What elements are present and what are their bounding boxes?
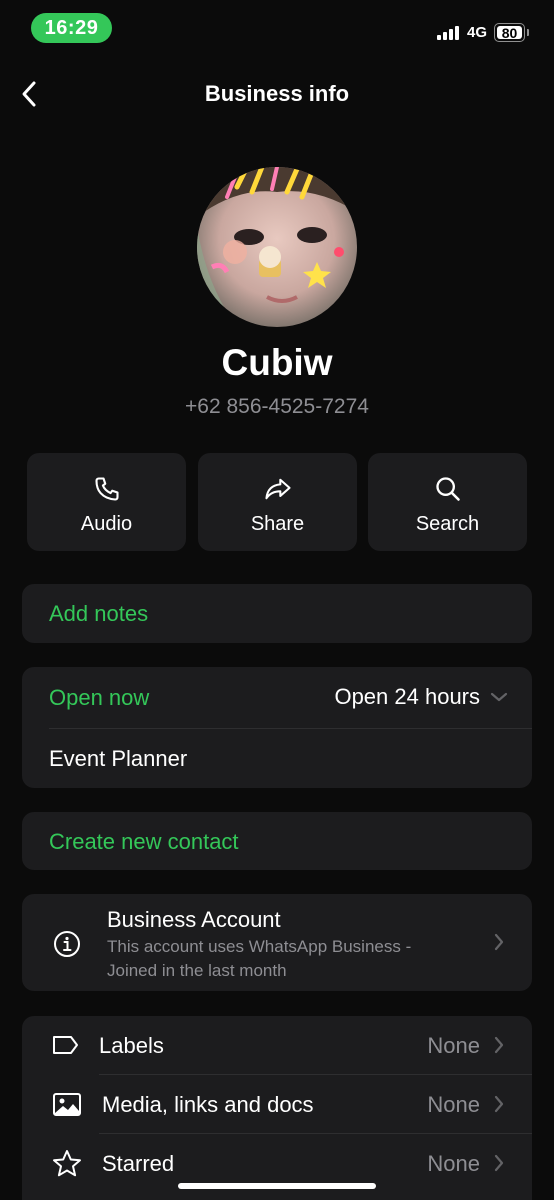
business-account-desc-1: This account uses WhatsApp Business - [107,937,412,956]
battery-nub [527,29,529,36]
info-icon [54,931,80,957]
starred-value: None [427,1151,480,1176]
search-icon [435,477,460,501]
signal-icon [437,26,459,40]
media-label: Media, links and docs [102,1092,314,1117]
list-item-media[interactable]: Media, links and docs None [22,1075,532,1133]
hours-value: Open 24 hours [334,684,480,709]
media-value: None [427,1092,480,1117]
star-icon [53,1150,81,1177]
battery-level: 80 [501,24,518,41]
profile-name: Cubiw [221,342,333,383]
label-icon [53,1036,78,1054]
chevron-down-icon [490,692,508,702]
page-title: Business info [204,81,350,106]
chevron-right-icon [494,933,504,951]
image-icon [53,1093,81,1116]
audio-label: Audio [80,513,133,535]
create-contact-card[interactable]: Create new contact [22,812,532,870]
avatar[interactable] [197,167,357,327]
search-button[interactable]: Search [368,453,527,551]
business-account-card[interactable]: Business Account This account uses Whats… [22,894,532,991]
labels-label: Labels [99,1033,164,1058]
create-contact-label: Create new contact [49,829,239,854]
status-time: 16:29 [31,13,112,43]
share-icon [264,478,291,500]
audio-button[interactable]: Audio [27,453,186,551]
business-account-desc-2: Joined in the last month [107,961,287,980]
chevron-right-icon [494,1154,504,1172]
chevron-right-icon [494,1036,504,1054]
add-notes-label: Add notes [49,601,149,626]
share-button[interactable]: Share [198,453,357,551]
share-label: Share [250,513,305,535]
battery-icon: 80 [494,23,525,42]
open-status: Open now [49,685,150,710]
chevron-right-icon [494,1095,504,1113]
starred-label: Starred [102,1151,175,1176]
phone-icon [94,477,119,501]
search-label: Search [415,513,480,535]
add-notes-card[interactable]: Add notes [22,584,532,643]
business-hours-card: Open now Open 24 hours Event Planner [22,667,532,788]
hours-toggle[interactable]: Open 24 hours [334,681,508,713]
labels-value: None [427,1033,480,1058]
list-item-labels[interactable]: Labels None [22,1016,532,1074]
profile-phone: +62 856-4525-7274 [185,395,369,418]
info-list-card: Labels None Media, links and docs None S… [22,1016,532,1200]
network-type: 4G [467,24,488,41]
business-category: Event Planner [49,746,188,771]
home-indicator[interactable] [178,1183,376,1189]
business-account-title: Business Account [107,907,281,932]
divider [49,728,532,729]
